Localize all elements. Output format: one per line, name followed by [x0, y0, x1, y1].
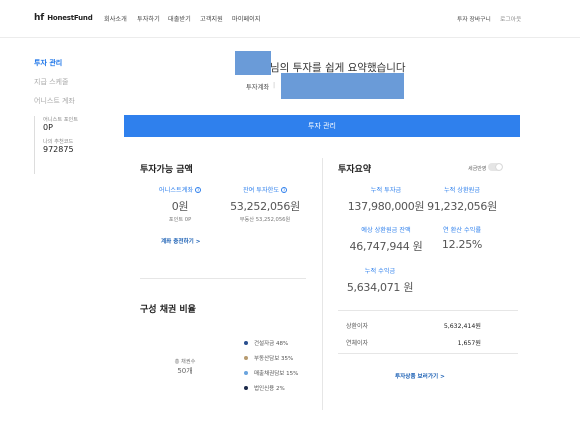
point-balance: 포인트 0P — [168, 217, 192, 223]
account-label: 투자계좌 — [246, 84, 270, 91]
tax-toggle[interactable] — [488, 163, 503, 171]
delay-interest-label: 연체이자 — [346, 340, 369, 347]
nav-mypage[interactable]: 마이페이지 — [232, 14, 260, 23]
honest-account-label: 어니스트계좌? — [158, 186, 202, 194]
point-value: 0P — [43, 123, 53, 132]
masked-account-number — [281, 73, 404, 99]
legend-dot — [244, 370, 248, 375]
remain-limit-label: 잔여 투자한도? — [242, 186, 288, 194]
annual-yield-label: 연 환산 수익률 — [442, 227, 482, 234]
available-title: 투자가능 금액 — [140, 165, 193, 175]
nav-company[interactable]: 회사소개 — [104, 14, 127, 23]
nav-loan[interactable]: 대출받기 — [168, 14, 191, 23]
point-label: 어니스트 포인트 — [43, 117, 79, 123]
legend-item-construction: 건설자금 48% — [244, 339, 288, 347]
panel-divider — [322, 158, 323, 410]
charge-account-link[interactable]: 계좌 충전하기 > — [161, 237, 200, 245]
honest-account-value: 0원 — [171, 200, 189, 213]
divider — [338, 353, 518, 354]
tax-toggle-label: 세금반영 — [468, 166, 487, 172]
divider — [140, 278, 306, 279]
composition-title: 구성 채권 비율 — [140, 305, 196, 315]
total-profit-value: 5,634,071 원 — [346, 281, 414, 294]
summary-title: 투자요약 — [338, 165, 372, 175]
bond-count-label: 총 채권수 — [174, 359, 196, 365]
referral-value: 972875 — [43, 145, 74, 154]
annual-yield-value: 12.25% — [441, 238, 483, 251]
total-repaid-value: 91,232,056원 — [427, 200, 497, 213]
sidebar-item-schedule[interactable]: 지급 스케줄 — [34, 77, 68, 87]
legend-dot — [244, 340, 248, 345]
sidebar-info-box: 어니스트 포인트 0P 나의 추천코드 972875 — [34, 116, 94, 174]
sidebar-item-invest-manage[interactable]: 투자 관리 — [34, 58, 62, 68]
legend-item-receivables: 매출채권담보 15% — [244, 369, 298, 377]
logo-mark: hf — [34, 13, 44, 23]
cart-link[interactable]: 투자 장바구니 — [457, 14, 491, 23]
nav-invest[interactable]: 투자하기 — [137, 14, 160, 23]
legend-dot — [244, 355, 248, 360]
help-icon[interactable]: ? — [195, 186, 202, 193]
masked-user-name — [235, 51, 271, 75]
logo[interactable]: hf HonestFund — [34, 13, 93, 23]
top-header: hf HonestFund 회사소개 투자하기 대출받기 고객지원 마이페이지 … — [0, 0, 580, 38]
remain-limit-value: 53,252,056원 — [230, 200, 300, 213]
total-repaid-label: 누적 상환원금 — [443, 187, 481, 194]
referral-label: 나의 추천코드 — [43, 139, 74, 145]
delay-interest-value: 1,657원 — [457, 340, 481, 347]
nav-support[interactable]: 고객지원 — [200, 14, 223, 23]
legend-item-real-estate: 부동산담보 35% — [244, 354, 293, 362]
legend-dot — [244, 385, 248, 390]
help-icon[interactable]: ? — [281, 186, 288, 193]
view-products-link[interactable]: 투자상품 보러가기 > — [395, 372, 445, 380]
sidebar-item-account[interactable]: 어니스트 계좌 — [34, 96, 75, 106]
repaid-interest-value: 5,632,414원 — [443, 323, 481, 330]
divider — [338, 310, 518, 311]
toggle-knob — [496, 164, 502, 170]
bond-count-value: 50개 — [177, 367, 193, 375]
invest-manage-button[interactable]: 투자 관리 — [124, 115, 520, 137]
account-separator: | — [273, 82, 276, 89]
legend-item-corporate: 법인신용 2% — [244, 384, 285, 392]
total-profit-label: 누적 수익금 — [364, 268, 396, 275]
logo-text: HonestFund — [47, 14, 93, 22]
repaid-interest-label: 상환이자 — [346, 323, 369, 330]
remain-limit-sub: 부동산 53,252,056원 — [239, 217, 291, 223]
logout-link[interactable]: 로그아웃 — [500, 14, 521, 23]
